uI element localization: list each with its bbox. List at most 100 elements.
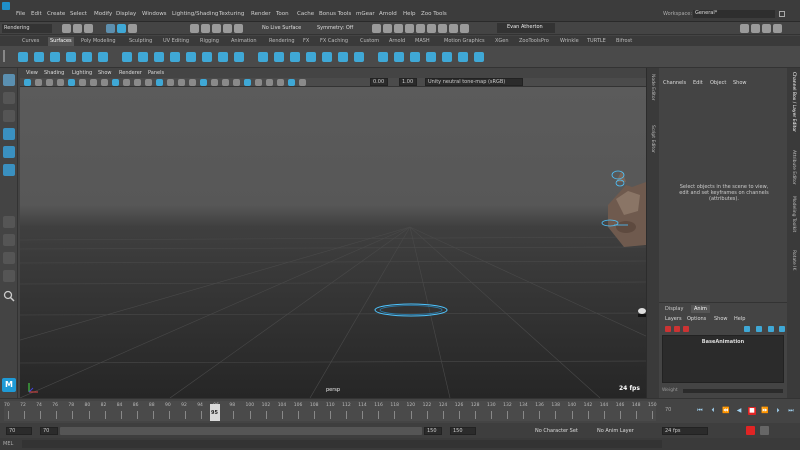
anim-layer-dropdown[interactable]: No Anim Layer [597,428,634,434]
motion-blur-icon[interactable] [244,79,251,86]
smooth-shade-icon[interactable] [178,79,185,86]
paint-select-tool-icon[interactable] [3,110,15,122]
move-tool-icon[interactable] [3,128,15,140]
layer-menu-show[interactable]: Show [714,316,728,322]
layer-menu-layers[interactable]: Layers [665,316,682,322]
shelf-tab-poly-modeling[interactable]: Poly Modeling [79,37,118,46]
viewport-menu-shading[interactable]: Shading [44,70,64,76]
detach-icon[interactable] [338,52,348,62]
snap-grid-icon[interactable] [190,24,199,33]
channel-box-menu-object[interactable]: Object [710,80,726,86]
character-model[interactable] [608,170,646,247]
bevel-plus-icon[interactable] [234,52,244,62]
shelf-settings-icon[interactable] [3,50,10,62]
play-backwards-icon[interactable]: ◀ [735,407,743,415]
shelf-tab-zootoolspro[interactable]: ZooToolsPro [517,37,551,46]
workspace-dropdown[interactable]: General* [693,10,775,18]
workspace-lock-icon[interactable] [779,11,785,17]
arnold-settings-icon[interactable] [460,24,469,33]
camera-attributes-icon[interactable] [35,79,42,86]
shelf-tab-motion-graphics[interactable]: Motion Graphics [442,37,487,46]
delete-layer-icon[interactable] [683,326,689,332]
anti-aliasing-icon[interactable] [255,79,262,86]
scene-end-field[interactable]: 150 [450,427,476,435]
shelf-tab-turtle[interactable]: TURTLE [585,37,608,46]
playback-end-field[interactable]: 150 [424,427,442,435]
channel-box-tab[interactable]: Channel Box / Layer Editor [791,72,796,132]
layer-options-icon[interactable] [779,326,785,332]
sculpt-icon[interactable] [474,52,484,62]
rotate-tool-icon[interactable] [3,146,15,158]
tool-settings-toggle-icon[interactable] [762,24,771,33]
layer-tab-anim[interactable]: Anim [691,305,710,313]
layer-weight-slider[interactable] [683,389,783,393]
viewport-menu-view[interactable]: View [26,70,38,76]
open-close-icon[interactable] [378,52,388,62]
grid-icon[interactable] [90,79,97,86]
project-curve-icon[interactable] [258,52,268,62]
render-view-icon[interactable] [416,24,425,33]
safe-action-icon[interactable] [145,79,152,86]
channel-box-toggle-icon[interactable] [773,24,782,33]
xray-joints-icon[interactable] [288,79,295,86]
trim-icon[interactable] [290,52,300,62]
nurbs-cone-icon[interactable] [66,52,76,62]
scene-start-field[interactable]: 70 [6,427,32,435]
command-input[interactable] [22,440,662,448]
viewport-menu-panels[interactable]: Panels [148,70,164,76]
extrude-icon[interactable] [186,52,196,62]
grease-pencil-icon[interactable] [79,79,86,86]
menu-arnold[interactable]: Arnold [379,11,397,17]
snap-view-plane-icon[interactable] [223,24,232,33]
shelf-tab-rigging[interactable]: Rigging [198,37,221,46]
viewport-menu-renderer[interactable]: Renderer [119,70,142,76]
modeling-toolkit-tab[interactable]: Modeling Toolkit [791,196,796,232]
make-live-icon[interactable] [234,24,243,33]
scale-tool-icon[interactable] [3,164,15,176]
search-icon[interactable] [3,290,15,302]
wireframe-icon[interactable] [167,79,174,86]
time-slider[interactable]: 7072747678808284868890929496981001021041… [0,398,800,423]
base-animation-layer[interactable]: BaseAnimation [663,339,783,345]
move-layer-down-icon[interactable] [756,326,762,332]
nurbs-cube-icon[interactable] [34,52,44,62]
planar-icon[interactable] [138,52,148,62]
nurbs-plane-icon[interactable] [82,52,92,62]
select-by-hierarchy-icon[interactable] [106,24,115,33]
revolve-icon[interactable] [154,52,164,62]
channel-box-menu-show[interactable]: Show [733,80,747,86]
menu-render[interactable]: Render [251,11,271,17]
maya-learning-icon[interactable]: M [2,378,16,392]
channel-box-menu-edit[interactable]: Edit [693,80,703,86]
safe-title-icon[interactable] [156,79,163,86]
range-slider[interactable] [60,427,422,435]
menu-help[interactable]: Help [403,11,416,17]
shelf-tab-rendering[interactable]: Rendering [267,37,297,46]
shelf-tab-fx-caching[interactable]: FX Caching [318,37,350,46]
menu-modify[interactable]: Modify [94,11,112,17]
align-icon[interactable] [354,52,364,62]
nurbs-sphere-icon[interactable] [18,52,28,62]
modeling-toolkit-toggle-icon[interactable] [740,24,749,33]
gate-mask-icon[interactable] [123,79,130,86]
layer-menu-help[interactable]: Help [734,316,745,322]
playhead[interactable]: 95 [210,404,220,421]
four-view-layout-icon[interactable] [3,234,15,246]
attach-icon[interactable] [322,52,332,62]
attribute-editor-tab[interactable]: Attribute Editor [791,150,796,185]
select-tool-icon[interactable] [3,74,15,86]
select-camera-icon[interactable] [24,79,31,86]
shelf-tab-wrinkle[interactable]: Wrinkle [558,37,581,46]
render-tools-group[interactable] [372,24,482,33]
playback-settings-icon[interactable] [760,426,769,435]
light-editor-icon[interactable] [427,24,436,33]
viewport-menu-show[interactable]: Show [98,70,112,76]
open-scene-icon[interactable] [73,24,82,33]
square-icon[interactable] [218,52,228,62]
image-plane-icon[interactable] [57,79,64,86]
step-back-key-icon[interactable]: ⏪ [722,407,730,415]
menu-display[interactable]: Display [116,11,136,17]
persp-graph-layout-icon[interactable] [3,252,15,264]
menu-bonus-tools[interactable]: Bonus Tools [319,11,351,17]
birail-icon[interactable] [170,52,180,62]
